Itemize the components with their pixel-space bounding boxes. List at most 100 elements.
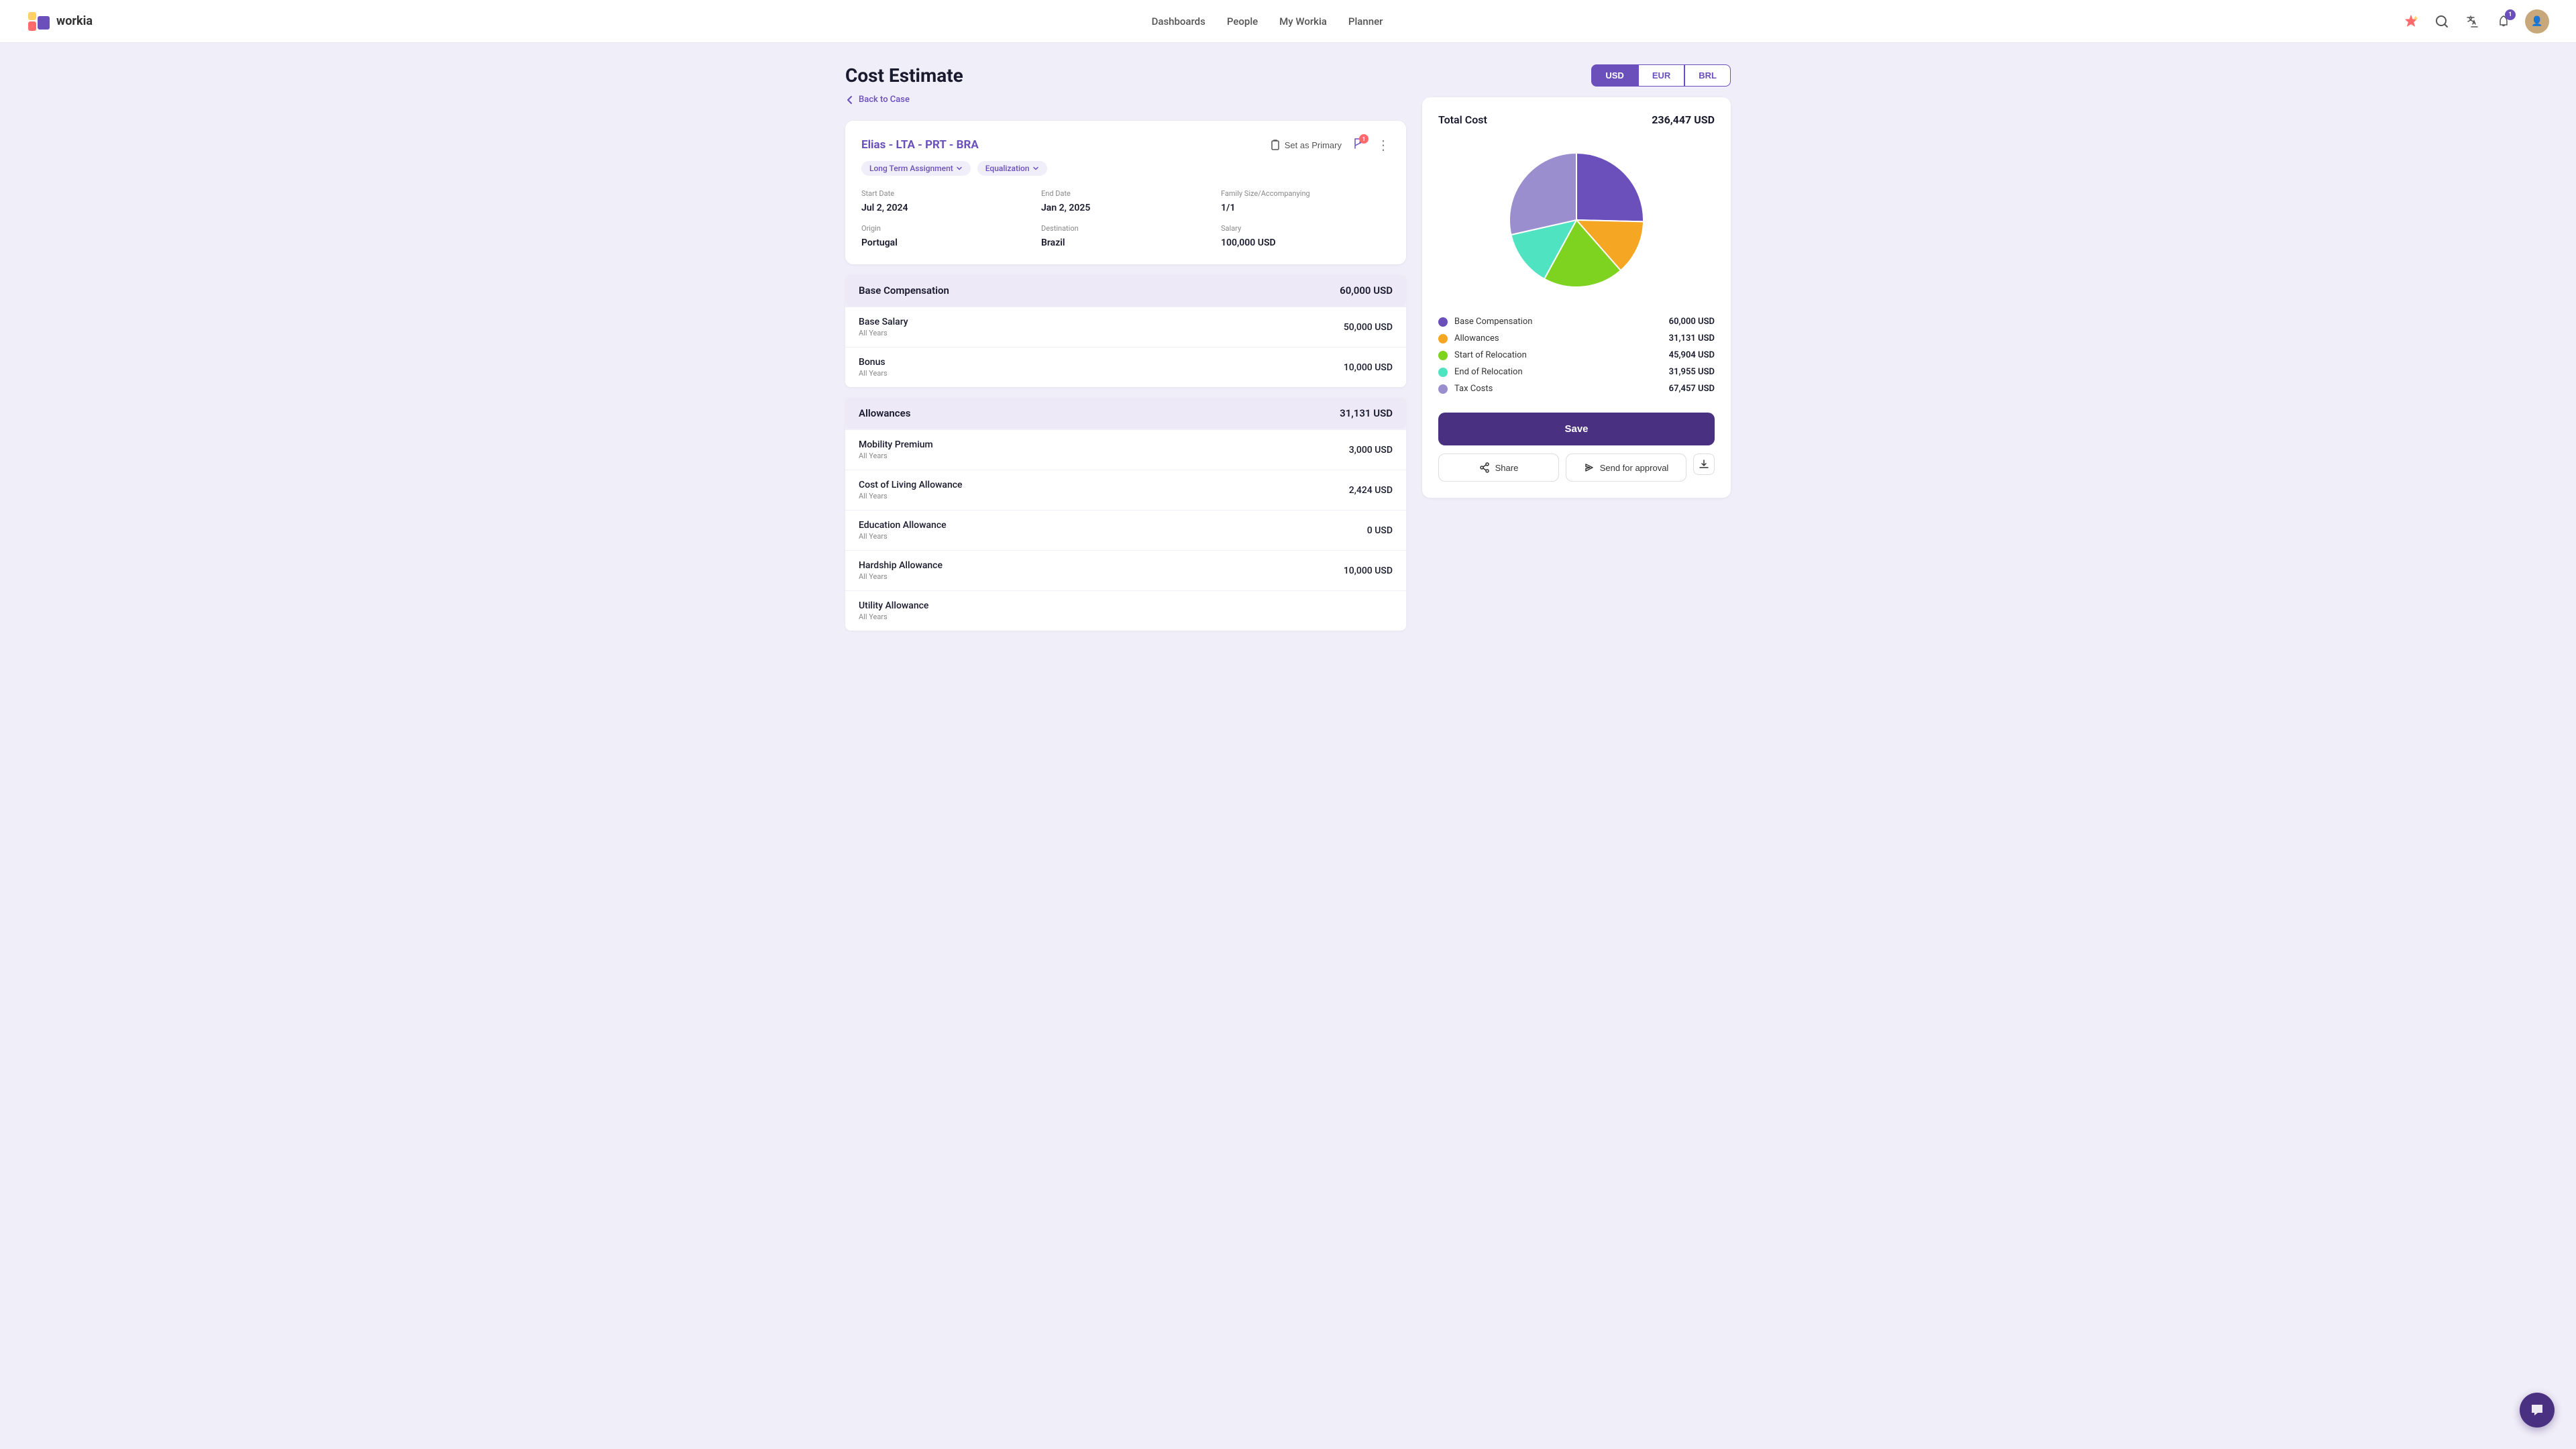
left-panel: Cost Estimate Back to Case Elias - LTA -… <box>845 64 1406 641</box>
line-item-utility-allowance: Utility Allowance All Years <box>845 591 1406 631</box>
legend-label: End of Relocation <box>1454 367 1523 377</box>
legend-label: Base Compensation <box>1454 317 1532 327</box>
line-item-hardship-allowance: Hardship Allowance All Years 10,000 USD <box>845 551 1406 591</box>
translate-icon <box>2466 15 2479 28</box>
line-item-col-allowance: Cost of Living Allowance All Years 2,424… <box>845 470 1406 511</box>
header-actions: 1 👤 <box>2402 9 2549 34</box>
send-approval-button[interactable]: Send for approval <box>1566 453 1686 482</box>
detail-end-date: End Date Jan 2, 2025 <box>1041 189 1210 213</box>
clipboard-icon <box>1270 140 1281 150</box>
total-cost-label: Total Cost <box>1438 113 1487 126</box>
case-header: Elias - LTA - PRT - BRA Set as Primary <box>861 137 1390 153</box>
case-header-actions: Set as Primary 1 ⋮ <box>1270 137 1390 153</box>
logo-text: workia <box>56 14 93 28</box>
line-item-bonus: Bonus All Years 10,000 USD <box>845 347 1406 387</box>
total-cost-row: Total Cost 236,447 USD <box>1438 113 1715 126</box>
nav-dashboards[interactable]: Dashboards <box>1152 13 1205 30</box>
currency-brl-button[interactable]: BRL <box>1684 64 1731 87</box>
chevron-down-icon-2 <box>1032 165 1039 172</box>
legend-label: Tax Costs <box>1454 384 1493 394</box>
detail-family: Family Size/Accompanying 1/1 <box>1221 189 1390 213</box>
detail-salary: Salary 100,000 USD <box>1221 224 1390 248</box>
legend-label: Start of Relocation <box>1454 350 1527 360</box>
allowances-total: 31,131 USD <box>1340 407 1393 419</box>
legend-item: End of Relocation 31,955 USD <box>1438 367 1715 377</box>
ai-button[interactable] <box>2402 12 2420 31</box>
set-primary-button[interactable]: Set as Primary <box>1270 140 1342 150</box>
assignment-badge[interactable]: Long Term Assignment <box>861 161 971 176</box>
pie-chart-final <box>1496 140 1657 301</box>
main-nav: Dashboards People My Workia Planner <box>133 13 2402 30</box>
legend-dot <box>1438 384 1448 394</box>
notification-count: 1 <box>2505 9 2516 20</box>
detail-start-date: Start Date Jul 2, 2024 <box>861 189 1030 213</box>
user-avatar[interactable]: 👤 <box>2525 9 2549 34</box>
translate-button[interactable] <box>2463 12 2482 31</box>
currency-toggle: USD EUR BRL <box>1422 64 1731 87</box>
save-button[interactable]: Save <box>1438 413 1715 445</box>
nav-my-workia[interactable]: My Workia <box>1279 13 1327 30</box>
search-button[interactable] <box>2432 12 2451 31</box>
case-card: Elias - LTA - PRT - BRA Set as Primary <box>845 121 1406 264</box>
action-row: Share Send for approval <box>1438 453 1715 482</box>
legend-value: 67,457 USD <box>1669 384 1715 394</box>
notifications-button[interactable]: 1 <box>2494 12 2513 31</box>
nav-people[interactable]: People <box>1227 13 1258 30</box>
detail-destination: Destination Brazil <box>1041 224 1210 248</box>
legend-value: 45,904 USD <box>1669 350 1715 360</box>
allowances-title: Allowances <box>859 407 910 419</box>
legend-value: 31,955 USD <box>1669 367 1715 377</box>
base-compensation-header[interactable]: Base Compensation 60,000 USD <box>845 275 1406 306</box>
pie-chart-container <box>1438 140 1715 301</box>
ai-icon <box>2404 14 2418 29</box>
send-icon <box>1584 462 1595 473</box>
line-item-mobility-premium: Mobility Premium All Years 3,000 USD <box>845 430 1406 470</box>
nav-planner[interactable]: Planner <box>1348 13 1383 30</box>
main-layout: Cost Estimate Back to Case Elias - LTA -… <box>818 43 1758 663</box>
cost-card: Total Cost 236,447 USD <box>1422 97 1731 498</box>
case-badges: Long Term Assignment Equalization <box>861 161 1390 176</box>
line-item-base-salary: Base Salary All Years 50,000 USD <box>845 307 1406 347</box>
download-button[interactable] <box>1693 453 1715 475</box>
download-icon <box>1699 459 1709 470</box>
base-compensation-total: 60,000 USD <box>1340 284 1393 297</box>
case-title: Elias - LTA - PRT - BRA <box>861 138 979 152</box>
allowances-header[interactable]: Allowances 31,131 USD <box>845 398 1406 429</box>
share-icon <box>1479 462 1490 473</box>
legend-item: Base Compensation 60,000 USD <box>1438 317 1715 327</box>
legend-item: Tax Costs 67,457 USD <box>1438 384 1715 394</box>
share-button[interactable]: Share <box>1438 453 1559 482</box>
legend-value: 60,000 USD <box>1669 317 1715 327</box>
app-header: workia Dashboards People My Workia Plann… <box>0 0 2576 43</box>
legend-item: Start of Relocation 45,904 USD <box>1438 350 1715 360</box>
line-item-education-allowance: Education Allowance All Years 0 USD <box>845 511 1406 551</box>
chat-button[interactable] <box>2520 1393 2555 1428</box>
legend-label: Allowances <box>1454 333 1499 343</box>
flag-count: 1 <box>1359 134 1368 144</box>
detail-origin: Origin Portugal <box>861 224 1030 248</box>
allowances-section: Allowances 31,131 USD Mobility Premium A… <box>845 398 1406 631</box>
equalization-badge[interactable]: Equalization <box>977 161 1047 176</box>
cost-legend: Base Compensation 60,000 USD Allowances … <box>1438 317 1715 394</box>
workia-logo-icon <box>27 9 51 34</box>
case-details: Start Date Jul 2, 2024 End Date Jan 2, 2… <box>861 189 1390 248</box>
chevron-left-icon <box>845 95 855 105</box>
more-options-button[interactable]: ⋮ <box>1377 137 1390 153</box>
logo[interactable]: workia <box>27 9 93 34</box>
chevron-down-icon <box>956 165 963 172</box>
base-compensation-title: Base Compensation <box>859 284 949 297</box>
back-to-case-link[interactable]: Back to Case <box>845 95 1406 105</box>
chat-icon <box>2529 1402 2545 1418</box>
legend-value: 31,131 USD <box>1669 333 1715 343</box>
legend-dot <box>1438 368 1448 377</box>
total-cost-value: 236,447 USD <box>1652 113 1715 126</box>
flag-button[interactable]: 1 <box>1352 137 1366 153</box>
currency-usd-button[interactable]: USD <box>1591 64 1638 87</box>
base-compensation-section: Base Compensation 60,000 USD Base Salary… <box>845 275 1406 387</box>
legend-item: Allowances 31,131 USD <box>1438 333 1715 343</box>
currency-eur-button[interactable]: EUR <box>1638 64 1684 87</box>
page-title: Cost Estimate <box>845 64 1406 87</box>
legend-dot <box>1438 334 1448 343</box>
search-icon <box>2435 15 2449 28</box>
legend-dot <box>1438 351 1448 360</box>
